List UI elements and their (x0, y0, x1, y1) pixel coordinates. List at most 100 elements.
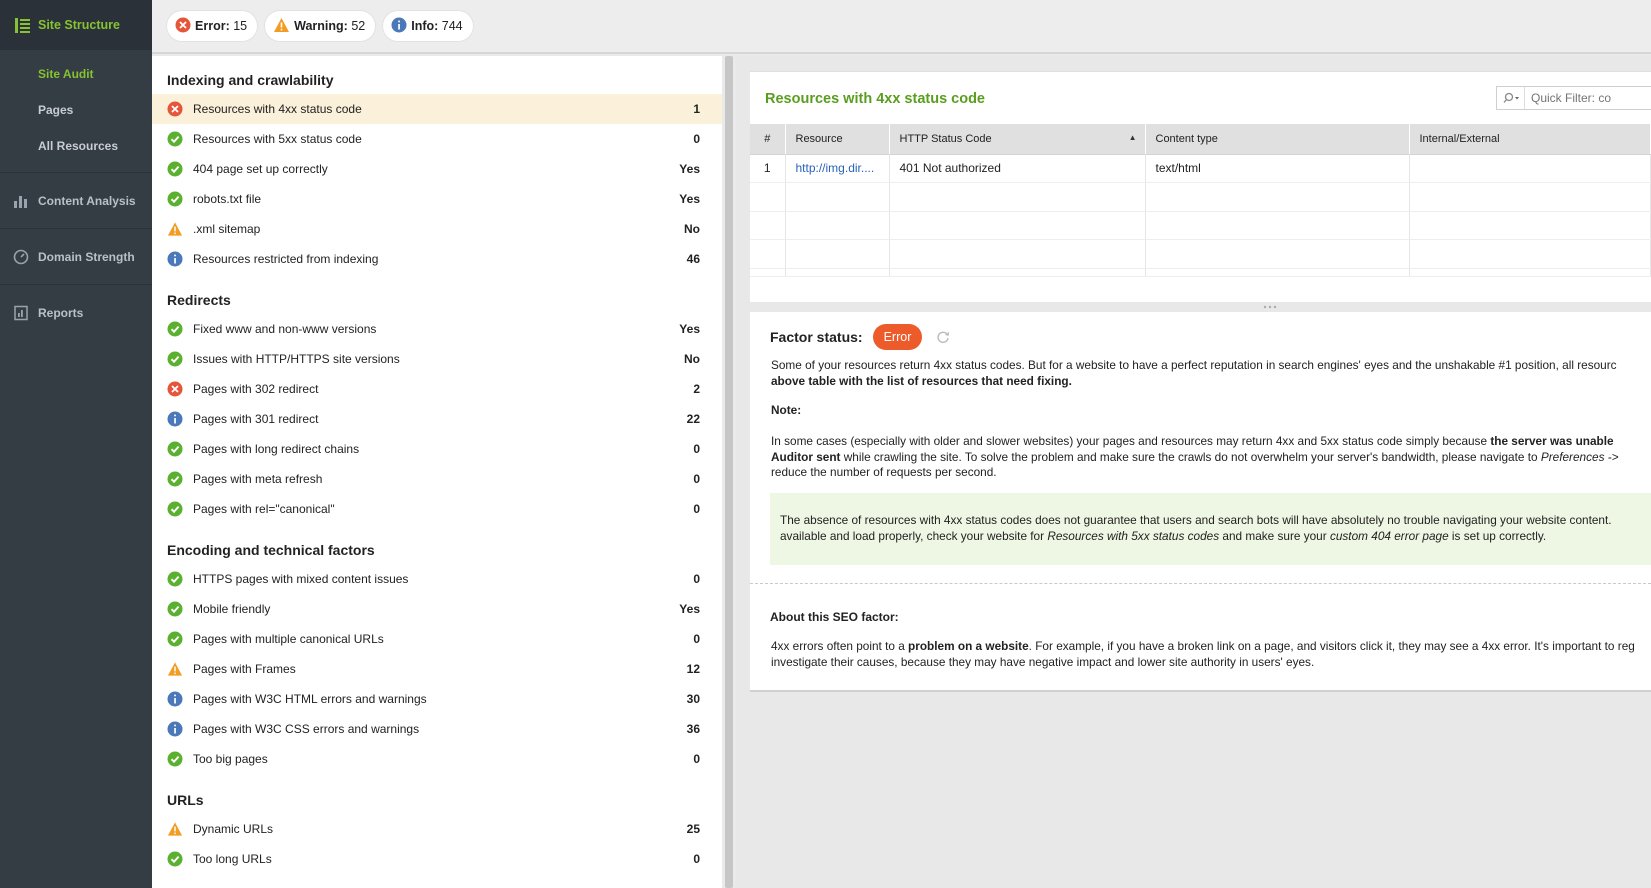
refresh-icon[interactable] (936, 330, 950, 344)
factor-description: Some of your resources return 4xx status… (771, 358, 1641, 389)
warning-filter[interactable]: Warning: 52 (264, 10, 377, 42)
table-row-empty (750, 211, 1651, 240)
factor-value: 0 (693, 472, 700, 486)
col-http-status[interactable]: HTTP Status Code ▲ (889, 124, 1146, 155)
col-index[interactable]: # (750, 124, 786, 155)
detail-title: Resources with 4xx status code (765, 91, 985, 107)
error-filter[interactable]: Error: 15 (166, 10, 259, 42)
factor-item[interactable]: Pages with multiple canonical URLs 0 (152, 624, 722, 654)
section-title: URLs (167, 792, 204, 808)
error-icon (167, 381, 183, 397)
col-content-type[interactable]: Content type (1145, 124, 1410, 155)
info-icon (167, 721, 183, 737)
factor-value: 0 (693, 502, 700, 516)
factor-item[interactable]: HTTPS pages with mixed content issues 0 (152, 564, 722, 594)
factor-label: Pages with multiple canonical URLs (193, 632, 384, 646)
warning-icon (167, 221, 183, 237)
about-text: 4xx errors often point to a problem on a… (771, 639, 1635, 670)
nav-site-audit[interactable]: Site Audit (0, 56, 152, 92)
factor-label: Fixed www and non-www versions (193, 322, 377, 336)
about-line-1a: 4xx errors often point to a (771, 639, 909, 653)
factor-item[interactable]: Fixed www and non-www versions Yes (152, 314, 722, 344)
factor-label: Pages with 301 redirect (193, 412, 319, 426)
error-icon (167, 101, 183, 117)
resource-link[interactable]: http://img.dir.... (796, 161, 875, 175)
col-internal-external[interactable]: Internal/External (1409, 124, 1651, 155)
search-icon[interactable] (1497, 87, 1525, 109)
factor-item[interactable]: Pages with W3C CSS errors and warnings 36 (152, 714, 722, 744)
quick-filter-input[interactable] (1531, 91, 1641, 105)
nav-all-resources[interactable]: All Resources (0, 128, 152, 164)
summary-bar: Error: 15 Warning: 52 Info: 744 (152, 0, 1651, 54)
factor-label: Pages with 302 redirect (193, 382, 319, 396)
factor-item[interactable]: Resources with 5xx status code 0 (152, 124, 722, 154)
desc-line-1: Some of your resources return 4xx status… (771, 358, 1617, 372)
factor-item[interactable]: Pages with Frames 12 (152, 654, 722, 684)
detail-pane: Resources with 4xx status code # Resourc… (736, 56, 1651, 888)
factor-value: 36 (686, 722, 700, 736)
warning-icon (273, 17, 290, 36)
cell-http-status: 401 Not authorized (889, 154, 1146, 183)
cell-resource[interactable]: http://img.dir.... (785, 154, 890, 183)
factor-item[interactable]: Too long URLs 0 (152, 844, 722, 874)
sidebar: Site Structure Site Audit Pages All Reso… (0, 0, 152, 888)
factor-item[interactable]: 404 page set up correctly Yes (152, 154, 722, 184)
factor-value: 25 (686, 822, 700, 836)
check-icon (167, 751, 183, 767)
factor-description-panel: Factor status: Error Some of your resour… (750, 312, 1651, 690)
nav-site-structure-label: Site Structure (38, 18, 120, 32)
check-icon (167, 851, 183, 867)
nav-reports-label: Reports (38, 305, 84, 320)
factor-label: Dynamic URLs (193, 822, 274, 836)
factor-label: Too big pages (193, 752, 268, 766)
factor-label: Pages with long redirect chains (193, 442, 360, 456)
factor-list-scrollbar[interactable] (725, 56, 733, 888)
factor-label: Issues with HTTP/HTTPS site versions (193, 352, 400, 366)
factor-value: 12 (686, 662, 700, 676)
note-line-2-italic: Preferences -> (1540, 449, 1619, 464)
divider (750, 583, 1651, 584)
info-filter[interactable]: Info: 744 (382, 10, 474, 42)
factor-item[interactable]: Dynamic URLs 25 (152, 814, 722, 844)
factor-item[interactable]: Pages with 301 redirect 22 (152, 404, 722, 434)
col-resource[interactable]: Resource (785, 124, 890, 155)
quick-filter[interactable] (1496, 86, 1651, 110)
factor-status-badge[interactable]: Error (872, 324, 923, 350)
section-title: Indexing and crawlability (167, 72, 334, 88)
tip-line-2e: is set up correctly. (1448, 528, 1547, 543)
note-text: In some cases (especially with older and… (771, 434, 1619, 481)
factor-item[interactable]: Pages with meta refresh 0 (152, 464, 722, 494)
factor-item[interactable]: Resources with 4xx status code 1 (152, 94, 722, 124)
section-title: Redirects (167, 292, 231, 308)
factor-item[interactable]: Pages with W3C HTML errors and warnings 3… (152, 684, 722, 714)
factor-item[interactable]: Issues with HTTP/HTTPS site versions No (152, 344, 722, 374)
table-row[interactable]: 1 http://img.dir.... 401 Not authorized … (750, 154, 1651, 183)
factor-item[interactable]: .xml sitemap No (152, 214, 722, 244)
info-label: Info: (411, 19, 439, 33)
factor-value: 0 (693, 752, 700, 766)
factor-value: Yes (679, 602, 700, 616)
factor-value: 30 (686, 692, 700, 706)
factor-label: robots.txt file (193, 192, 262, 206)
nav-reports[interactable]: Reports (0, 284, 152, 340)
nav-site-structure[interactable]: Site Structure (0, 0, 152, 50)
factor-item[interactable]: robots.txt file Yes (152, 184, 722, 214)
nav-content-analysis[interactable]: Content Analysis (0, 172, 152, 228)
factor-value: 22 (686, 412, 700, 426)
warning-icon (167, 821, 183, 837)
factor-item[interactable]: Pages with 302 redirect 2 (152, 374, 722, 404)
factor-item[interactable]: Pages with rel="canonical" 0 (152, 494, 722, 524)
factor-value: 46 (686, 252, 700, 266)
factor-item[interactable]: Too big pages 0 (152, 744, 722, 774)
factor-label: Pages with W3C CSS errors and warnings (193, 722, 420, 736)
nav-pages[interactable]: Pages (0, 92, 152, 128)
nav-domain-strength[interactable]: Domain Strength (0, 228, 152, 284)
horizontal-splitter[interactable] (750, 302, 1651, 312)
factor-item[interactable]: Mobile friendly Yes (152, 594, 722, 624)
factor-item[interactable]: Pages with long redirect chains 0 (152, 434, 722, 464)
factor-label: Pages with W3C HTML errors and warnings (193, 692, 427, 706)
factor-item[interactable]: Resources restricted from indexing 46 (152, 244, 722, 274)
scrollbar-thumb[interactable] (725, 56, 733, 888)
check-icon (167, 161, 183, 177)
factor-label: Too long URLs (193, 852, 272, 866)
